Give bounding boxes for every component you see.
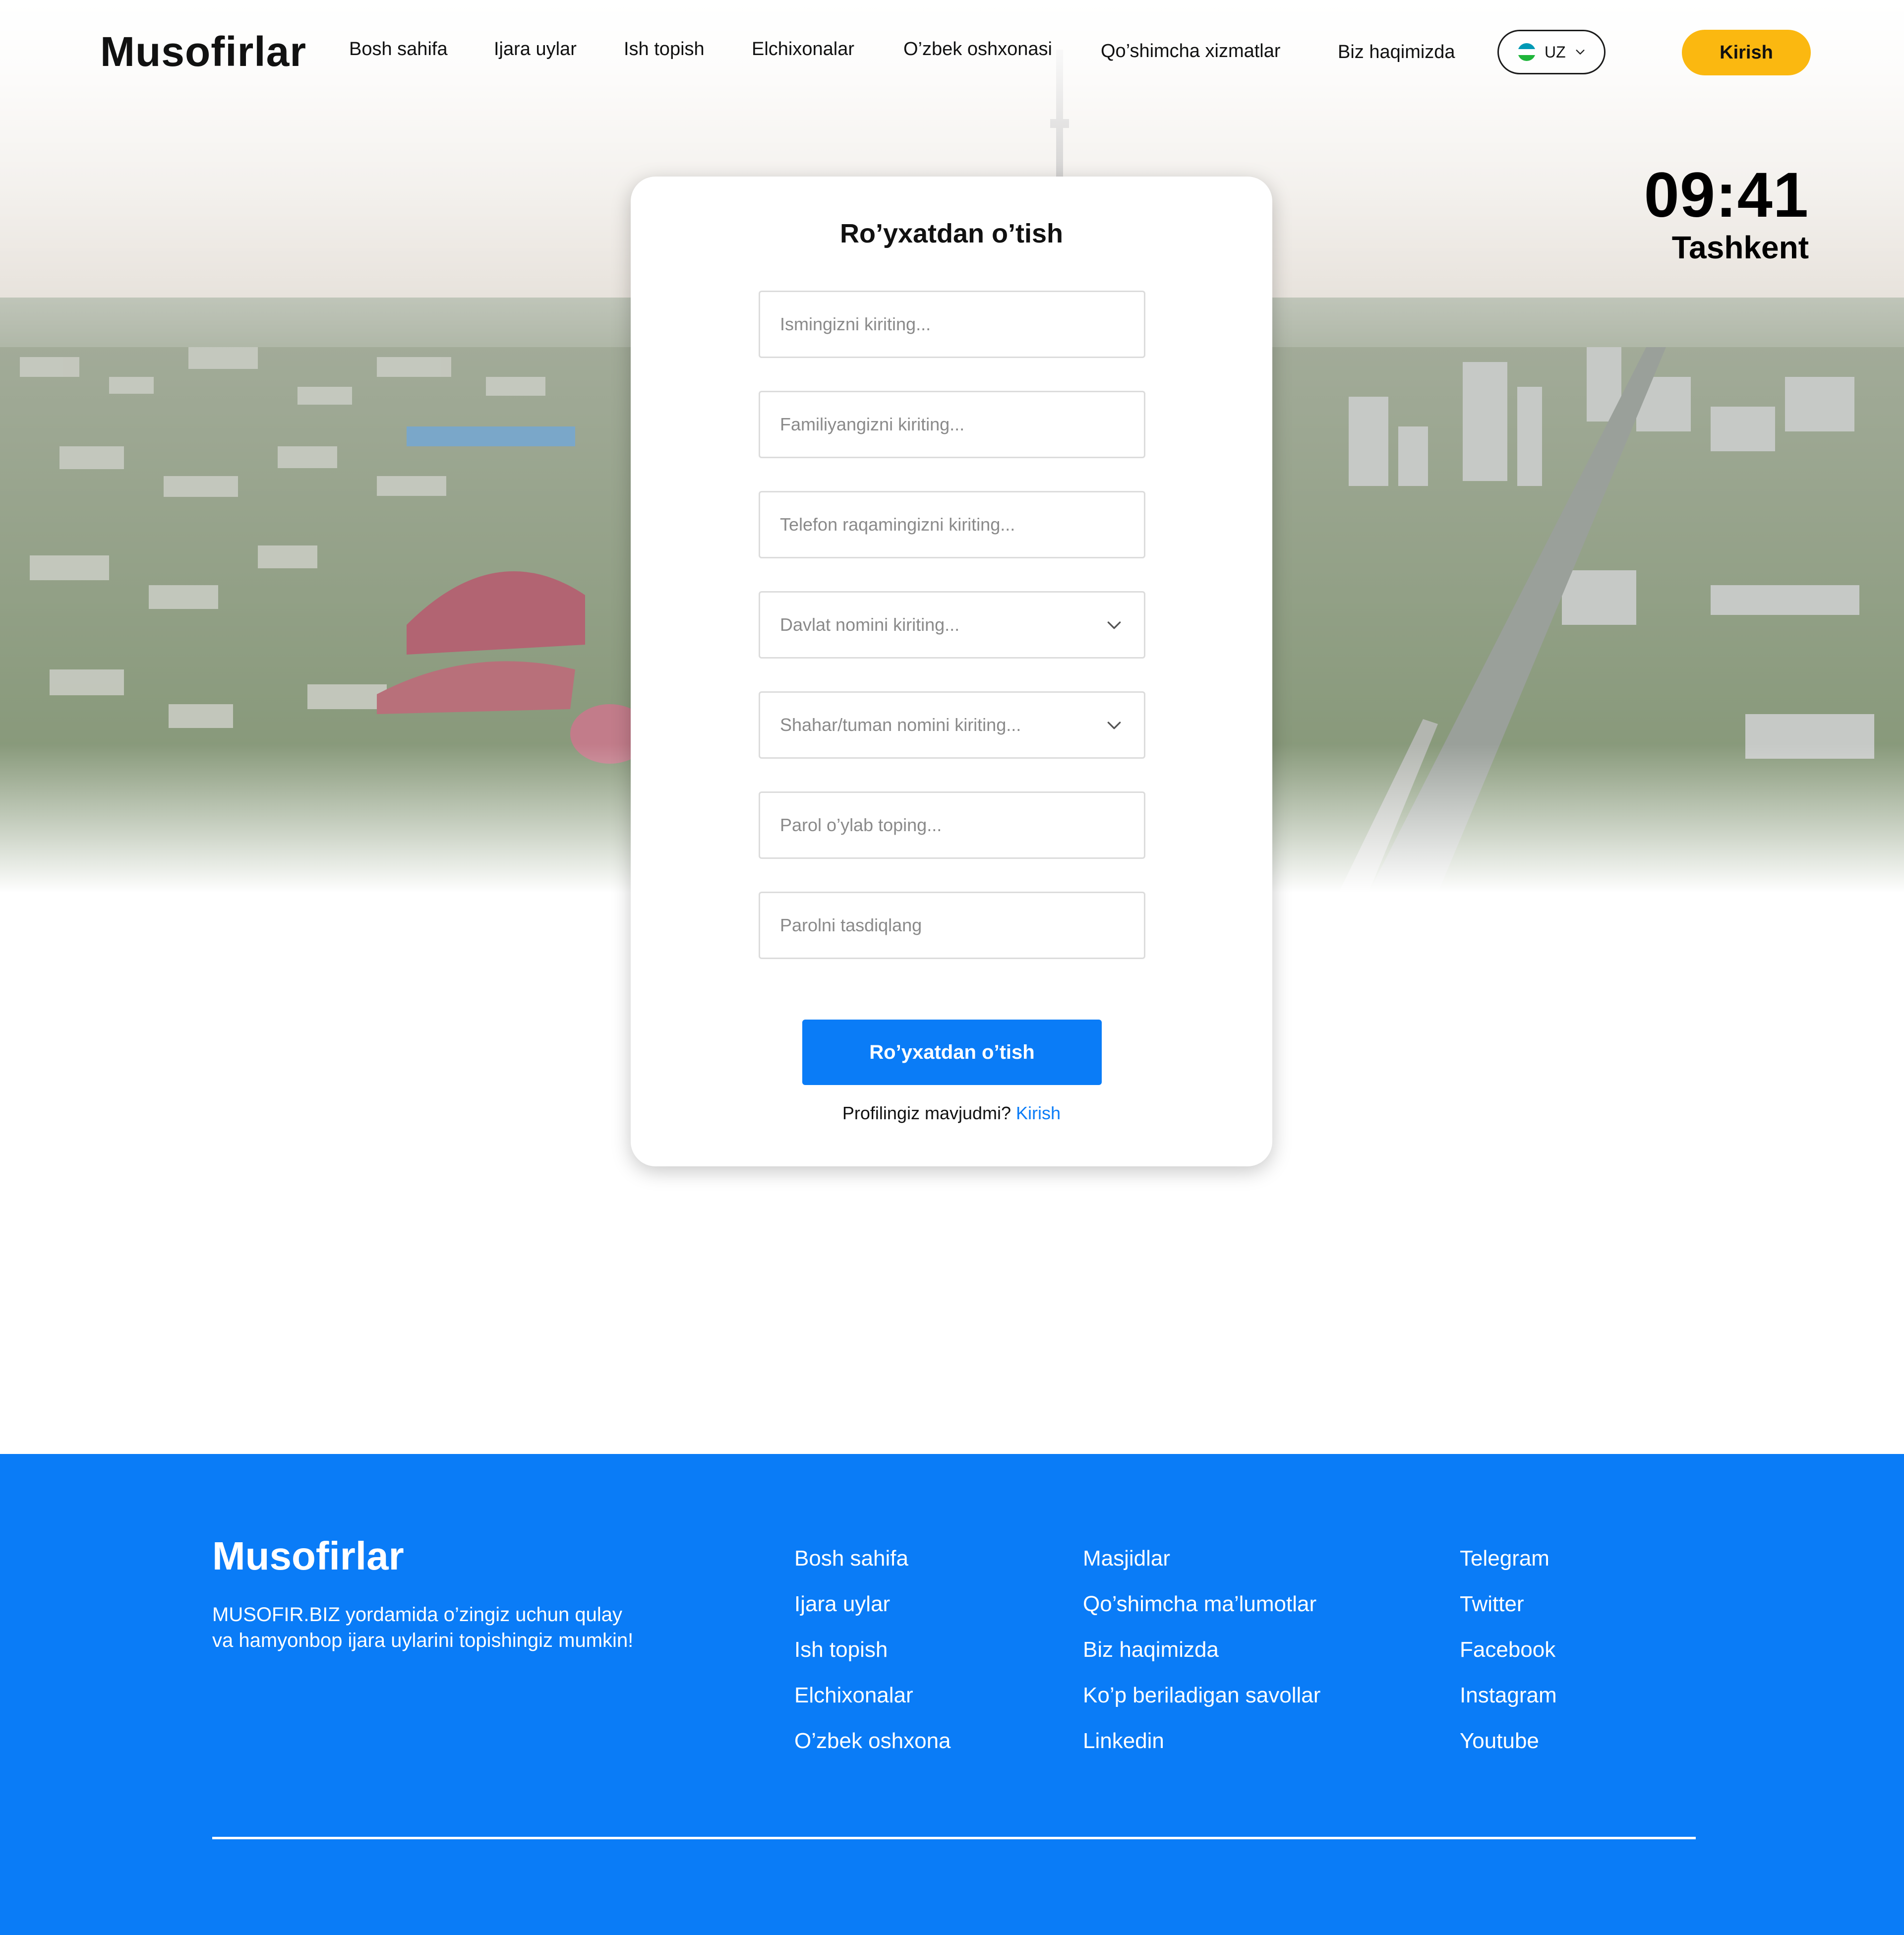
city-clock: 09:41 Tashkent <box>1644 164 1809 265</box>
footer-link-qoshimcha-malumotlar[interactable]: Qo’shimcha ma’lumotlar <box>1083 1593 1320 1616</box>
clock-city: Tashkent <box>1671 230 1809 265</box>
footer-link-faq[interactable]: Ko’p beriladigan savollar <box>1083 1684 1320 1707</box>
footer-info-column: Masjidlar Qo’shimcha ma’lumotlar Biz haq… <box>1083 1547 1320 1753</box>
registration-card: Ro’yxatdan o’tish Davlat nomini kiriting… <box>631 177 1272 1166</box>
registration-title: Ro’yxatdan o’tish <box>839 219 1064 248</box>
password-input[interactable] <box>780 815 1124 836</box>
confirm-password-input[interactable] <box>780 915 1124 936</box>
signin-prompt-text: Profilingiz mavjudmi? <box>842 1103 1012 1123</box>
phone-input[interactable] <box>780 514 1124 535</box>
chevron-down-icon <box>1107 722 1121 729</box>
footer-link-twitter[interactable]: Twitter <box>1460 1593 1557 1616</box>
login-button[interactable]: Kirish <box>1682 30 1811 75</box>
footer-link-facebook[interactable]: Facebook <box>1460 1638 1557 1661</box>
nav-qoshimcha-xizmatlar[interactable]: Qo’shimcha xizmatlar <box>1101 41 1281 62</box>
first-name-field[interactable] <box>759 291 1145 358</box>
last-name-input[interactable] <box>780 414 1124 435</box>
footer-link-instagram[interactable]: Instagram <box>1460 1684 1557 1707</box>
footer-link-biz-haqimizda[interactable]: Biz haqimizda <box>1083 1638 1320 1661</box>
footer-social-column: Telegram Twitter Facebook Instagram Yout… <box>1460 1547 1557 1753</box>
nav-ozbek-oshxonasi[interactable]: O’zbek oshxonasi <box>903 39 1052 60</box>
footer-link-linkedin[interactable]: Linkedin <box>1083 1730 1320 1753</box>
site-header: Musofirlar Bosh sahifa Ijara uylar Ish t… <box>0 0 1904 104</box>
nav-ijara-uylar[interactable]: Ijara uylar <box>494 39 577 60</box>
footer-link-youtube[interactable]: Youtube <box>1460 1730 1557 1753</box>
signin-prompt-row: Profilingiz mavjudmi? Kirish <box>631 1103 1272 1124</box>
site-footer: Musofirlar MUSOFIR.BIZ yordamida o’zingi… <box>0 1454 1904 1935</box>
footer-link-ish-topish[interactable]: Ish topish <box>794 1638 951 1661</box>
register-submit-button[interactable]: Ro’yxatdan o’tish <box>802 1020 1102 1085</box>
city-select-placeholder: Shahar/tuman nomini kiriting... <box>780 715 1021 735</box>
chevron-down-icon <box>1107 621 1121 629</box>
footer-link-bosh-sahifa[interactable]: Bosh sahifa <box>794 1547 951 1570</box>
language-label: UZ <box>1545 43 1566 61</box>
chevron-down-icon <box>1576 50 1585 55</box>
footer-nav-column: Bosh sahifa Ijara uylar Ish topish Elchi… <box>794 1547 951 1753</box>
footer-divider <box>212 1837 1696 1839</box>
confirm-password-field[interactable] <box>759 892 1145 959</box>
first-name-input[interactable] <box>780 314 1124 335</box>
footer-link-ozbek-oshxona[interactable]: O’zbek oshxona <box>794 1730 951 1753</box>
clock-time: 09:41 <box>1644 160 1809 231</box>
footer-logo[interactable]: Musofirlar <box>212 1533 404 1579</box>
last-name-field[interactable] <box>759 391 1145 458</box>
language-selector[interactable]: UZ <box>1497 30 1606 74</box>
footer-link-elchixonalar[interactable]: Elchixonalar <box>794 1684 951 1707</box>
nav-elchixonalar[interactable]: Elchixonalar <box>752 39 854 60</box>
site-logo[interactable]: Musofirlar <box>100 28 306 76</box>
footer-description: MUSOFIR.BIZ yordamida o’zingiz uchun qul… <box>212 1604 634 1651</box>
signin-link[interactable]: Kirish <box>1016 1103 1061 1123</box>
nav-bosh-sahifa[interactable]: Bosh sahifa <box>349 39 448 60</box>
uzbekistan-flag-icon <box>1518 43 1536 61</box>
footer-link-ijara-uylar[interactable]: Ijara uylar <box>794 1593 951 1616</box>
nav-ish-topish[interactable]: Ish topish <box>624 39 705 60</box>
country-select-placeholder: Davlat nomini kiriting... <box>780 614 960 635</box>
country-select[interactable]: Davlat nomini kiriting... <box>759 591 1145 659</box>
city-select[interactable]: Shahar/tuman nomini kiriting... <box>759 691 1145 759</box>
footer-link-masjidlar[interactable]: Masjidlar <box>1083 1547 1320 1570</box>
password-field[interactable] <box>759 791 1145 859</box>
footer-link-telegram[interactable]: Telegram <box>1460 1547 1557 1570</box>
nav-biz-haqimizda[interactable]: Biz haqimizda <box>1338 42 1455 63</box>
phone-field[interactable] <box>759 491 1145 558</box>
